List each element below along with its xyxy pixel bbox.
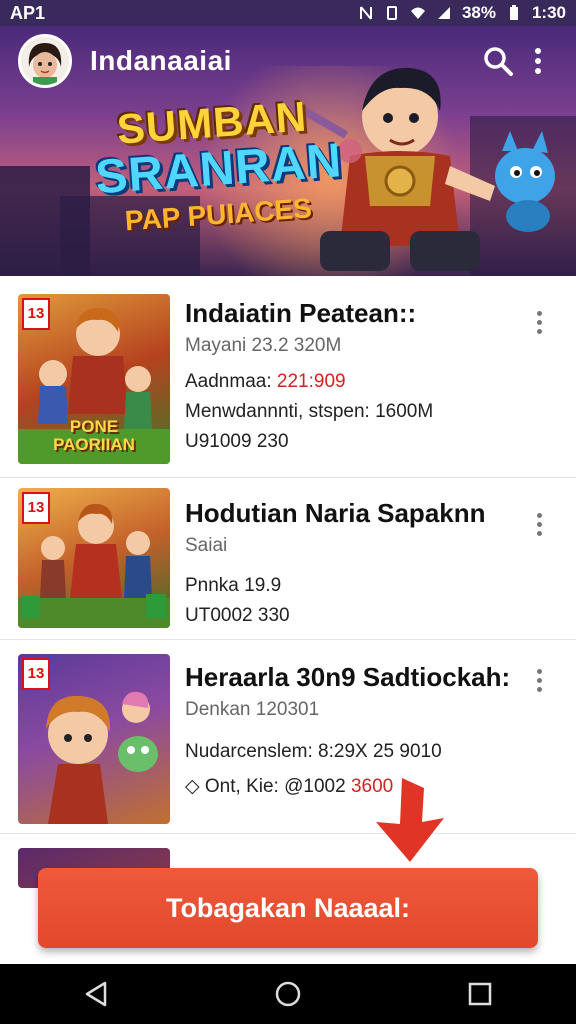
item-meta-row: ◇ Ont, Kie: @1002 3600 — [185, 775, 515, 798]
item-subtitle: Saiai — [185, 535, 228, 556]
item-title[interactable]: Hodutian Naria Sapaknn — [185, 498, 515, 529]
item-subtitle: Denkan 120301 — [185, 699, 320, 720]
back-triangle-icon — [85, 981, 107, 1007]
age-rating-badge: 13 — [22, 298, 50, 330]
price-value: 221:909 — [276, 371, 346, 392]
vibrate-icon — [386, 6, 397, 20]
status-left-text: AP1 — [10, 2, 46, 23]
game-thumbnail[interactable]: 13 — [18, 488, 170, 628]
clock: 1:30 — [531, 3, 566, 22]
item-meta: Ont, Kie: @1002 — [204, 776, 346, 797]
item-stats: Menwdannnti, stspen: 1600M — [185, 401, 434, 422]
item-details: Hodutian Naria Sapaknn Saiai Pnnka 19.9 … — [185, 498, 515, 627]
more-vert-icon — [536, 310, 542, 316]
overflow-menu-button[interactable] — [518, 41, 558, 81]
price-label: Aadnmaa: — [185, 371, 272, 392]
primary-cta-button[interactable]: Tobagakan Naaaal: — [38, 868, 538, 948]
more-vert-icon — [536, 512, 542, 518]
app-title: Indanaaiai — [90, 45, 232, 76]
more-vert-icon — [536, 668, 542, 674]
status-icons: 38% 1:30 — [358, 3, 566, 23]
system-nav-bar — [0, 964, 576, 1024]
item-meta: U91009 230 — [185, 431, 289, 452]
battery-percent: 38% — [461, 3, 496, 22]
item-title[interactable]: Indaiatin Peatean:: — [185, 298, 515, 329]
item-stats: Nudarcenslem: 8:29X 25 9010 — [185, 741, 442, 762]
list-item[interactable]: 13 PONE PAORIIAN Indaiatin Peatean:: May… — [0, 276, 576, 478]
game-thumbnail[interactable]: 13 PONE PAORIIAN — [18, 294, 170, 464]
status-bar: AP1 38% 1:30 — [0, 0, 576, 26]
item-more-button[interactable] — [528, 660, 550, 700]
item-price-row: Aadnmaa: 221:909 — [185, 371, 515, 393]
item-title[interactable]: Heraarla 30n9 Sadtiockah: — [185, 662, 515, 693]
avatar[interactable] — [18, 34, 72, 88]
nfc-icon — [359, 6, 372, 20]
age-rating-badge: 13 — [22, 658, 50, 690]
item-price-row: Pnnka 19.9 — [185, 575, 515, 597]
item-details: Heraarla 30n9 Sadtiockah: Denkan 120301 … — [185, 662, 515, 798]
home-circle-icon — [275, 981, 301, 1007]
item-details: Indaiatin Peatean:: Mayani 23.2 320M Aad… — [185, 298, 515, 453]
app-bar: Indanaaiai — [0, 26, 576, 96]
more-vert-icon — [535, 48, 541, 74]
tag-icon: ◇ — [185, 776, 200, 797]
search-button[interactable] — [478, 41, 518, 81]
item-subtitle: Mayani 23.2 320M — [185, 335, 342, 356]
list-item[interactable]: 13 Heraarla 30n9 Sadtiockah: Denkan 1203… — [0, 640, 576, 834]
price-label: Pnnka 19.9 — [185, 575, 282, 596]
home-button[interactable] — [268, 974, 308, 1014]
item-meta: UT0002 330 — [185, 605, 290, 626]
hero-banner[interactable]: Indanaaiai SUMBAN SRANRAN PAP PUIACES — [0, 26, 576, 276]
avatar-face-icon — [21, 37, 69, 85]
battery-icon — [509, 5, 518, 20]
back-button[interactable] — [76, 974, 116, 1014]
signal-icon — [437, 7, 450, 19]
recents-button[interactable] — [460, 974, 500, 1014]
recents-square-icon — [468, 982, 492, 1006]
item-more-button[interactable] — [528, 302, 550, 342]
thumbnail-caption: PONE PAORIIAN — [53, 417, 135, 454]
hero-game-logo: SUMBAN SRANRAN PAP PUIACES — [91, 93, 344, 239]
arrow-down-icon — [376, 778, 444, 862]
game-thumbnail[interactable]: 13 — [18, 654, 170, 824]
age-rating-badge: 13 — [22, 492, 50, 524]
search-icon — [484, 47, 513, 76]
list-item[interactable]: 13 Hodutian Naria Sapaknn Saiai Pnnka 19… — [0, 478, 576, 640]
wifi-icon — [410, 7, 425, 19]
item-more-button[interactable] — [528, 504, 550, 544]
game-list: 13 PONE PAORIIAN Indaiatin Peatean:: May… — [0, 276, 576, 894]
